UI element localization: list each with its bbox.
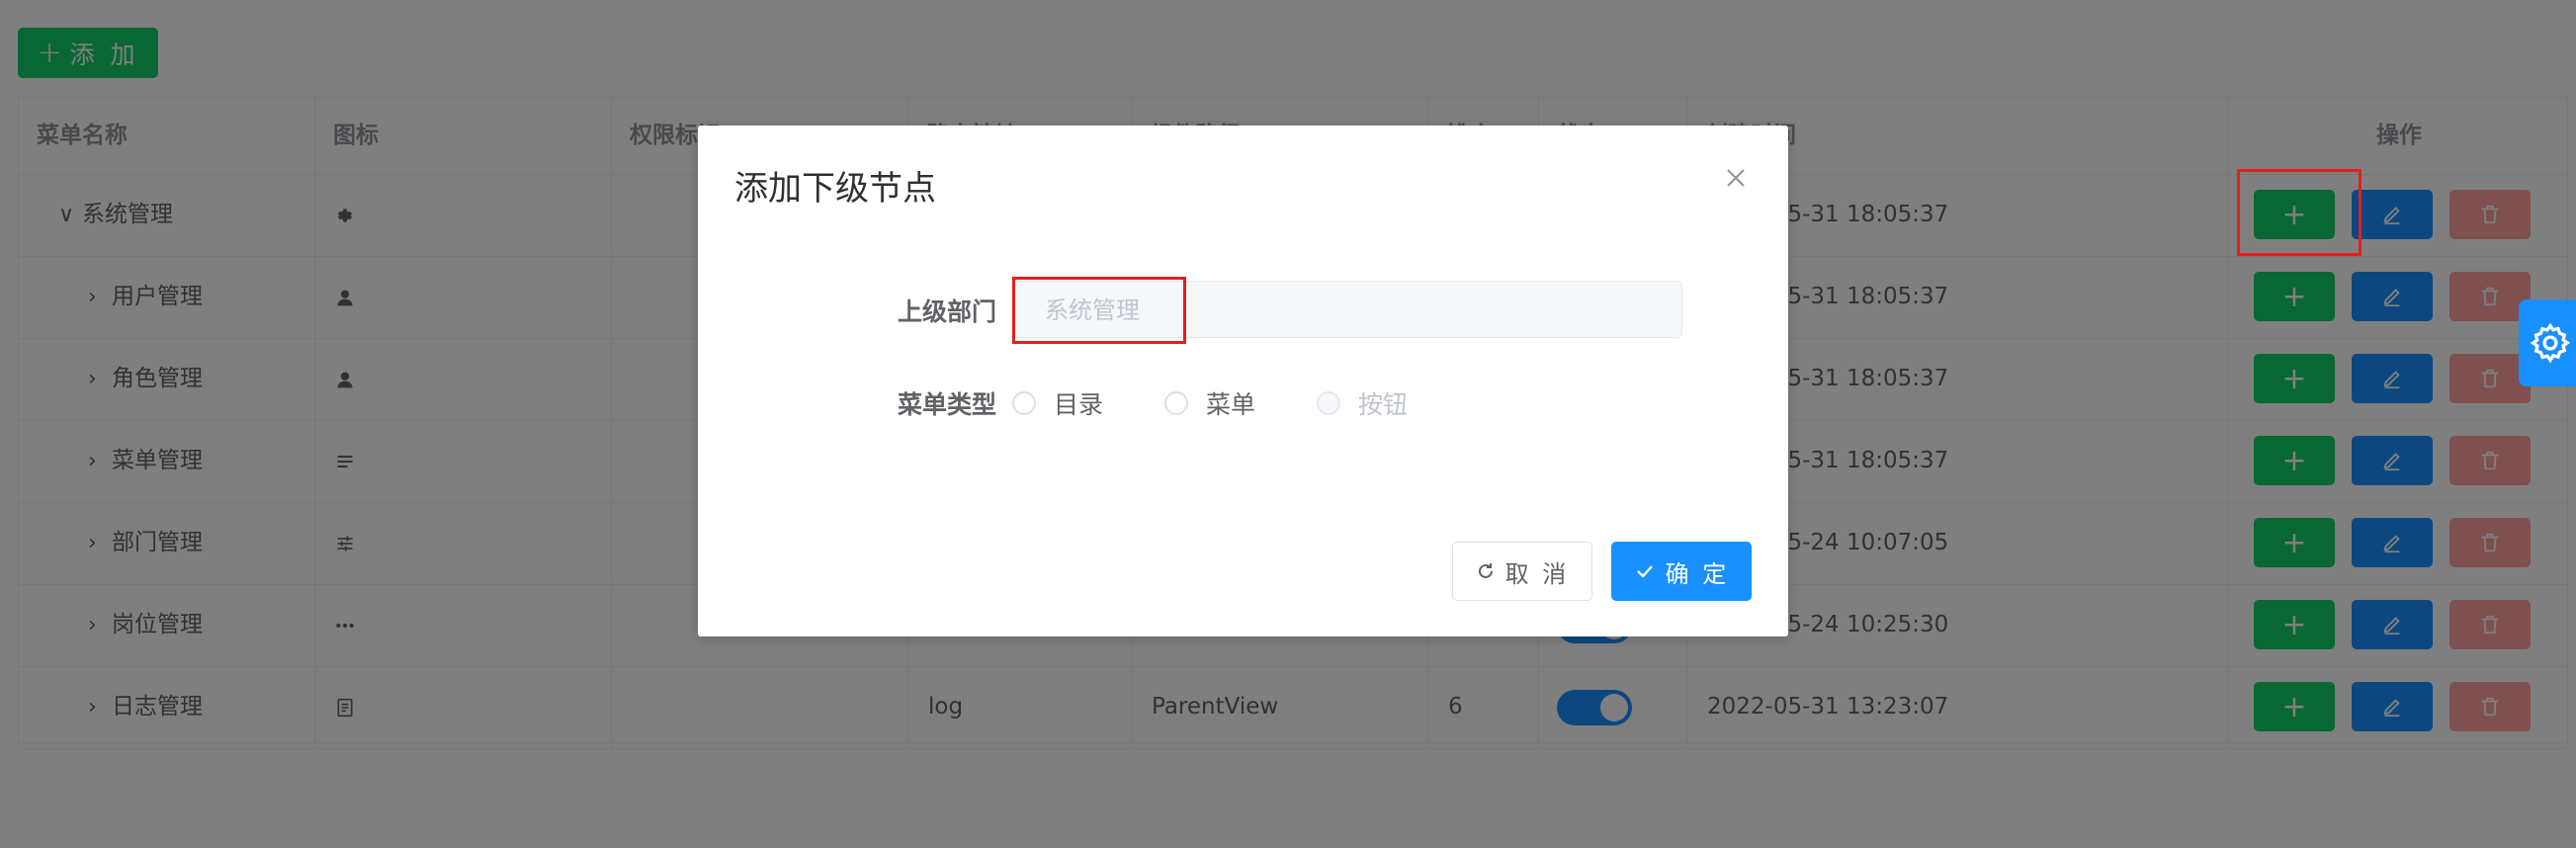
- radio-directory-label: 目录: [1054, 390, 1104, 419]
- radio-menu-label: 菜单: [1206, 390, 1256, 419]
- radio-circle: [1012, 391, 1036, 415]
- confirm-button[interactable]: 确 定: [1611, 542, 1752, 601]
- radio-button-label: 按钮: [1358, 390, 1409, 419]
- cancel-label: 取 消: [1504, 559, 1570, 588]
- check-icon: [1636, 565, 1653, 578]
- confirm-label: 确 定: [1665, 559, 1730, 588]
- dialog-title: 添加下级节点: [734, 169, 936, 209]
- refresh-icon: [1478, 563, 1493, 578]
- radio-circle: [1317, 391, 1340, 415]
- highlight-box-parent-input: [1012, 277, 1186, 344]
- page: + 添 加 菜单名称 图标 权限标识 路由地址 组件路径 排序 状态 创建时间 …: [0, 0, 2576, 848]
- add-child-node-dialog: 添加下级节点 上级部门 系统管理 菜单类型 目录 菜单 按钮 取 消 确 定: [698, 126, 1788, 636]
- settings-fab-button[interactable]: [2519, 299, 2576, 386]
- radio-menu[interactable]: 菜单: [1164, 385, 1255, 421]
- radio-circle: [1164, 391, 1188, 415]
- menu-type-label: 菜单类型: [897, 390, 996, 419]
- parent-dept-label: 上级部门: [897, 297, 996, 326]
- gear-icon: [2530, 322, 2571, 364]
- close-icon[interactable]: [1721, 163, 1751, 193]
- radio-button[interactable]: 按钮: [1317, 385, 1408, 421]
- cancel-button[interactable]: 取 消: [1452, 542, 1592, 601]
- highlight-box-row-add: [2237, 169, 2361, 256]
- radio-directory[interactable]: 目录: [1012, 385, 1103, 421]
